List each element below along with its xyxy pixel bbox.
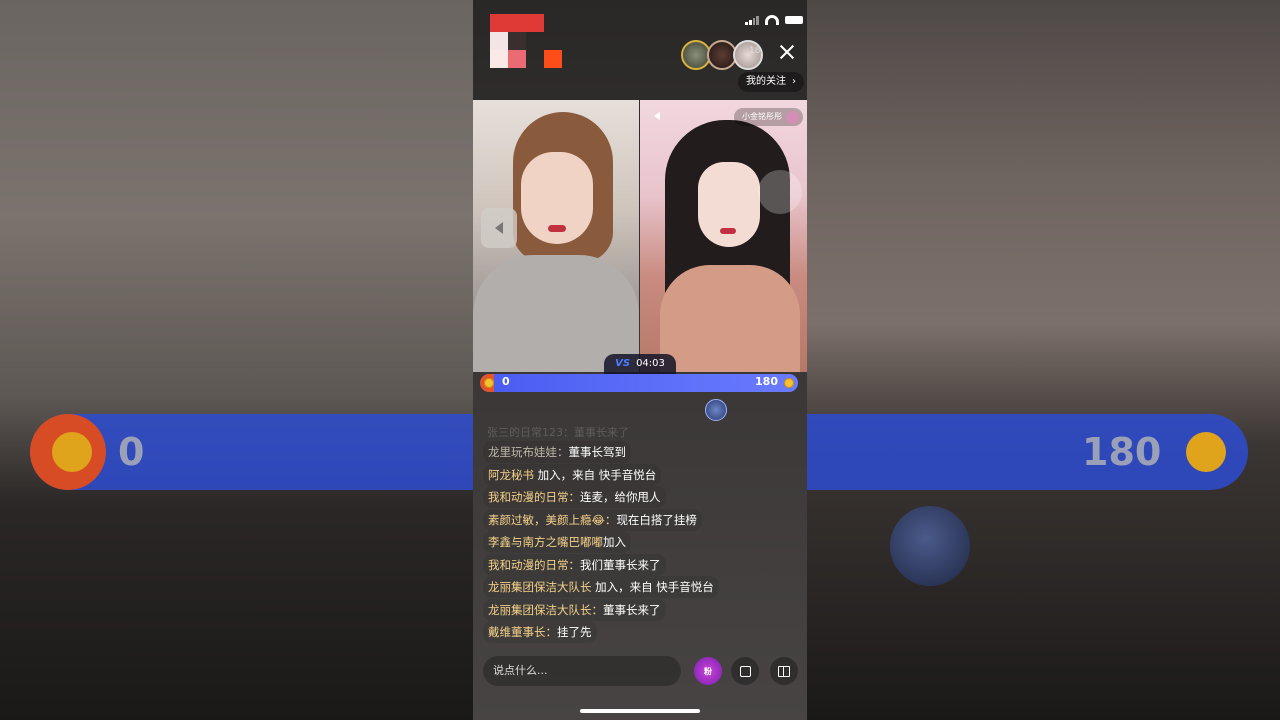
chat-bubble[interactable]: 我和动漫的日常：连麦，给你甩人 xyxy=(483,486,666,508)
chat-text: 挂了先 xyxy=(557,625,592,639)
opponent-face xyxy=(698,162,760,247)
chat-text: 加入 xyxy=(603,535,626,549)
signal-icon xyxy=(745,15,759,25)
volume-button[interactable] xyxy=(481,208,517,248)
chat-username[interactable]: 我和动漫的日常： xyxy=(488,490,580,504)
chat-text: 董事长来了 xyxy=(603,602,661,617)
coin-icon xyxy=(484,378,494,388)
chat-username[interactable]: 我和动漫的日常： xyxy=(488,558,580,572)
chat-text: 加入，来自 快手音悦台 xyxy=(534,467,657,482)
live-stream-screen: 18 我的关注 › 小金铭彤彤 VS 04:03 0 180 张三的日常123：… xyxy=(473,0,807,720)
chevron-right-icon: › xyxy=(792,76,796,87)
home-indicator[interactable] xyxy=(580,709,700,713)
chat-message[interactable]: 我和动漫的日常：我们董事长来了 xyxy=(483,551,783,576)
chat-text: 加入，来自 快手音悦台 xyxy=(591,580,714,594)
chat-message[interactable]: 戴维董事长：挂了先 xyxy=(483,618,783,643)
speaker-icon xyxy=(495,222,503,234)
comment-input[interactable]: 说点什么... xyxy=(483,656,681,686)
opponent-name-tag[interactable]: 小金铭彤彤 xyxy=(734,108,803,126)
top-viewers[interactable] xyxy=(681,40,763,70)
vs-icon: VS xyxy=(615,358,631,369)
chat-text: 董事长驾到 xyxy=(568,445,627,459)
blurred-avatar xyxy=(890,506,970,586)
blurred-left xyxy=(0,0,473,720)
chat-message[interactable]: 阿龙秘书 加入，来自 快手音悦台 xyxy=(483,461,783,486)
blurred-coin-icon xyxy=(1186,432,1226,472)
host-video[interactable] xyxy=(473,100,639,372)
battery-icon xyxy=(785,16,803,24)
blurred-right-score: 180 xyxy=(1082,430,1162,474)
opponent-video[interactable]: 小金铭彤彤 xyxy=(640,100,807,372)
chat-username[interactable]: 戴维董事长： xyxy=(488,625,557,639)
chat-username[interactable]: 龙丽集团保洁大队长 xyxy=(488,580,592,594)
wifi-icon xyxy=(765,15,779,25)
opponent-name: 小金铭彤彤 xyxy=(742,112,782,121)
chat-message[interactable]: 龙丽集团保洁大队长 加入，来自 快手音悦台 xyxy=(483,573,783,598)
speaker-icon[interactable] xyxy=(654,112,660,120)
chat-username[interactable]: 龙里玩布娃娃： xyxy=(488,445,569,459)
opponent-lips xyxy=(720,228,736,234)
right-score: 180 xyxy=(755,375,778,388)
share-icon xyxy=(739,665,751,677)
chat-faded-line: 张三的日常123：董事长来了 xyxy=(487,426,629,438)
chat-message[interactable]: 龙里玩布娃娃：董事长驾到 xyxy=(483,438,783,463)
chat-message[interactable]: 龙丽集团保洁大队长：董事长来了 xyxy=(483,596,783,621)
status-bar xyxy=(745,12,803,28)
chat-bubble[interactable]: 龙里玩布娃娃：董事长驾到 xyxy=(483,441,631,463)
chat-username[interactable]: 龙丽集团保洁大队长： xyxy=(488,603,603,617)
chat-message[interactable]: 李鑫与南方之嘴巴嘟嘟加入 xyxy=(483,528,783,553)
viewer-count[interactable]: 18 xyxy=(749,46,760,56)
timer-text: 04:03 xyxy=(636,358,665,369)
gift-icon xyxy=(778,665,790,677)
left-score: 0 xyxy=(502,375,510,388)
close-icon[interactable] xyxy=(778,43,796,61)
chat-username[interactable]: 李鑫与南方之嘴巴嘟嘟 xyxy=(488,535,603,549)
share-button[interactable] xyxy=(731,657,759,685)
fan-club-button[interactable]: 粉 xyxy=(694,657,722,685)
host-lips xyxy=(548,225,566,232)
my-follow-label: 我的关注 xyxy=(746,76,786,87)
chat-text: 连麦，给你甩人 xyxy=(580,490,661,504)
chat-list[interactable]: 张三的日常123：董事长来了 龙里玩布娃娃：董事长驾到 阿龙秘书 加入，来自 快手… xyxy=(483,424,783,643)
mvp-avatar[interactable] xyxy=(705,399,727,421)
opponent-avatar xyxy=(786,110,799,124)
chat-bubble[interactable]: 龙丽集团保洁大队长 加入，来自 快手音悦台 xyxy=(483,576,719,598)
chat-message[interactable]: 我和动漫的日常：连麦，给你甩人 xyxy=(483,483,783,508)
blurred-right xyxy=(807,0,1280,720)
floating-button[interactable] xyxy=(758,170,802,214)
blurred-coin-icon xyxy=(52,432,92,472)
coin-icon xyxy=(784,378,794,388)
chat-text: 我们董事长来了 xyxy=(580,557,661,572)
gift-button[interactable] xyxy=(770,657,798,685)
chat-username[interactable]: 阿龙秘书 xyxy=(488,468,534,482)
chat-text: 现在白搭了挂榜 xyxy=(616,512,697,527)
chat-bubble[interactable]: 李鑫与南方之嘴巴嘟嘟加入 xyxy=(483,531,631,553)
chat-message[interactable]: 素颜过敏，美颜上瘾😂：现在白搭了挂榜 xyxy=(483,506,783,531)
opponent-body xyxy=(660,265,800,372)
pk-score-bar: 0 180 xyxy=(480,374,798,392)
pk-timer: VS 04:03 xyxy=(604,354,676,374)
blurred-left-score: 0 xyxy=(118,430,145,474)
chat-bubble[interactable]: 戴维董事长：挂了先 xyxy=(483,621,597,643)
chat-username[interactable]: 素颜过敏，美颜上瘾😂： xyxy=(488,513,616,527)
my-follow-button[interactable]: 我的关注 › xyxy=(738,72,804,92)
